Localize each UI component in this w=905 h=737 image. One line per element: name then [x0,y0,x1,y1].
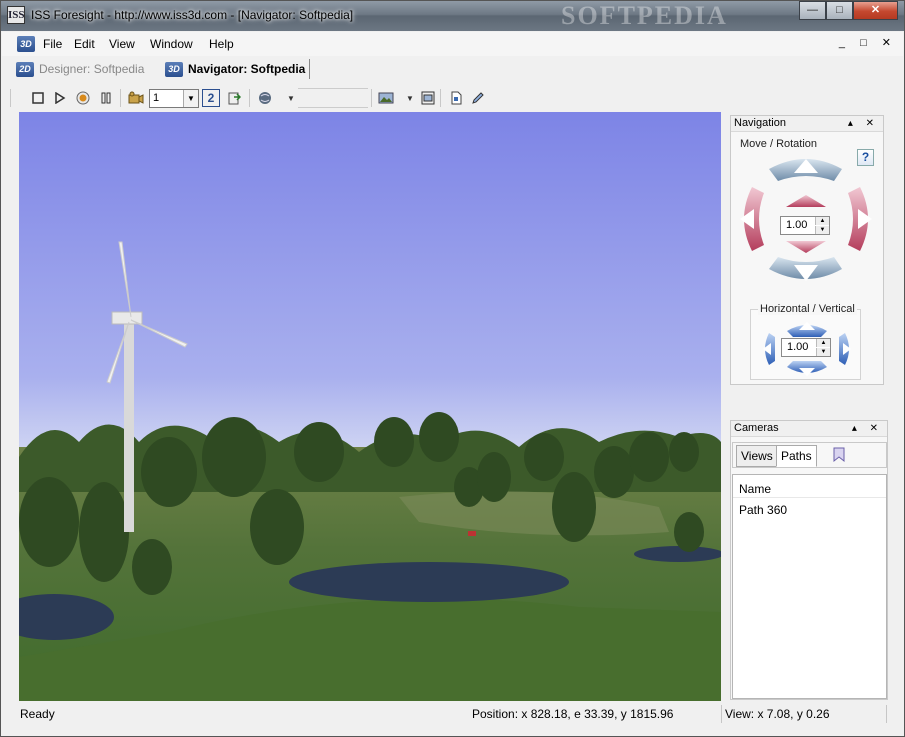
frame-icon[interactable] [419,89,437,107]
spin-up-icon[interactable]: ▲ [816,339,830,347]
bookmark-icon[interactable] [832,447,846,466]
view-readout: View: x 7.08, y 0.26 [725,707,830,721]
menu-window[interactable]: Window [150,37,193,51]
document-3d-icon[interactable]: 3D [17,36,35,52]
spin-down-icon[interactable]: ▼ [815,226,829,234]
panel-controls[interactable]: ▴ ✕ [848,116,879,131]
stop-icon[interactable] [29,89,47,107]
camera-icon[interactable] [127,89,145,107]
column-header-name[interactable]: Name [739,482,771,496]
2d-icon: 2D [16,61,34,77]
chevron-down-icon[interactable]: ▼ [183,90,198,107]
spin-up-icon[interactable]: ▲ [815,217,829,225]
record-icon[interactable] [74,89,92,107]
3d-viewport[interactable] [19,112,721,701]
tilt-down-arrow[interactable] [786,241,826,253]
title-bar[interactable]: ISS ISS Foresight - http://www.iss3d.com… [1,1,904,31]
app-window: ISS ISS Foresight - http://www.iss3d.com… [0,0,905,737]
list-item[interactable]: Path 360 [739,503,787,517]
camera-select-value: 1 [153,92,160,104]
menu-file[interactable]: File [43,37,62,51]
search-input[interactable] [298,88,368,108]
toolbar: 1 ▼ 2 ▼ ▼ [2,85,903,111]
horizontal-vertical-value: 1.00 [787,341,809,353]
pause-icon[interactable] [97,89,115,107]
pen-icon[interactable] [469,89,487,107]
move-rotation-step[interactable]: 1.00 ▲ ▼ [780,216,830,235]
document-tabs: 2D Designer: Softpedia 3D Navigator: Sof… [2,56,903,80]
window-title: ISS Foresight - http://www.iss3d.com - [… [31,8,354,22]
chevron-down-icon[interactable]: ▼ [401,89,419,107]
camera-select[interactable]: 1 ▼ [149,89,199,108]
3d-icon: 3D [165,61,183,77]
position-readout: Position: x 828.18, e 33.39, y 1815.96 [472,707,674,721]
cameras-panel-header: Cameras ▴ ✕ [731,421,887,437]
navigation-panel-header: Navigation ▴ ✕ [731,116,883,132]
paths-list: Name Path 360 [732,474,887,699]
app-logo-icon: ISS [7,6,25,24]
menu-edit[interactable]: Edit [74,37,95,51]
tab-paths[interactable]: Paths [776,445,817,467]
picture-icon[interactable] [377,89,395,107]
spin-down-icon[interactable]: ▼ [816,348,830,356]
menu-view[interactable]: View [109,37,135,51]
move-rotation-label: Move / Rotation [740,138,818,150]
status-bar: Ready Position: x 828.18, e 33.39, y 181… [2,703,903,725]
tab-navigator[interactable]: 3D Navigator: Softpedia [165,59,311,79]
navigation-panel-title: Navigation [734,117,786,129]
cameras-tabs: Views Paths [732,442,887,468]
menu-help[interactable]: Help [209,37,234,51]
export-icon[interactable] [225,89,243,107]
mdi-window-controls[interactable]: _ □ ✕ [839,36,897,49]
cameras-panel-title: Cameras [734,422,779,434]
close-button[interactable]: ✕ [853,1,898,20]
status-text: Ready [20,707,55,721]
move-rotation-value: 1.00 [786,219,808,231]
maximize-button[interactable]: □ [826,1,853,20]
panel-controls[interactable]: ▴ ✕ [852,421,883,436]
menu-bar: 3D File Edit View Window Help _ □ ✕ [2,32,903,56]
page-icon[interactable] [447,89,465,107]
tab-views[interactable]: Views [736,445,778,467]
minimize-button[interactable]: — [799,1,826,20]
two-icon[interactable]: 2 [202,89,220,107]
horizontal-vertical-label: Horizontal / Vertical [758,303,857,315]
horizontal-vertical-step[interactable]: 1.00 ▲ ▼ [781,338,831,357]
globe-icon[interactable] [257,89,275,107]
tab-designer-label: Designer: Softpedia [39,62,145,76]
play-icon[interactable] [51,89,69,107]
terrain-scene[interactable] [19,112,721,701]
tab-designer[interactable]: 2D Designer: Softpedia [16,59,144,79]
cameras-panel: Cameras ▴ ✕ Views Paths Name Path 360 [730,420,888,700]
tab-navigator-label: Navigator: Softpedia [188,62,306,76]
softpedia-watermark: SOFTPEDIA [561,1,728,30]
tilt-up-arrow[interactable] [786,195,826,207]
